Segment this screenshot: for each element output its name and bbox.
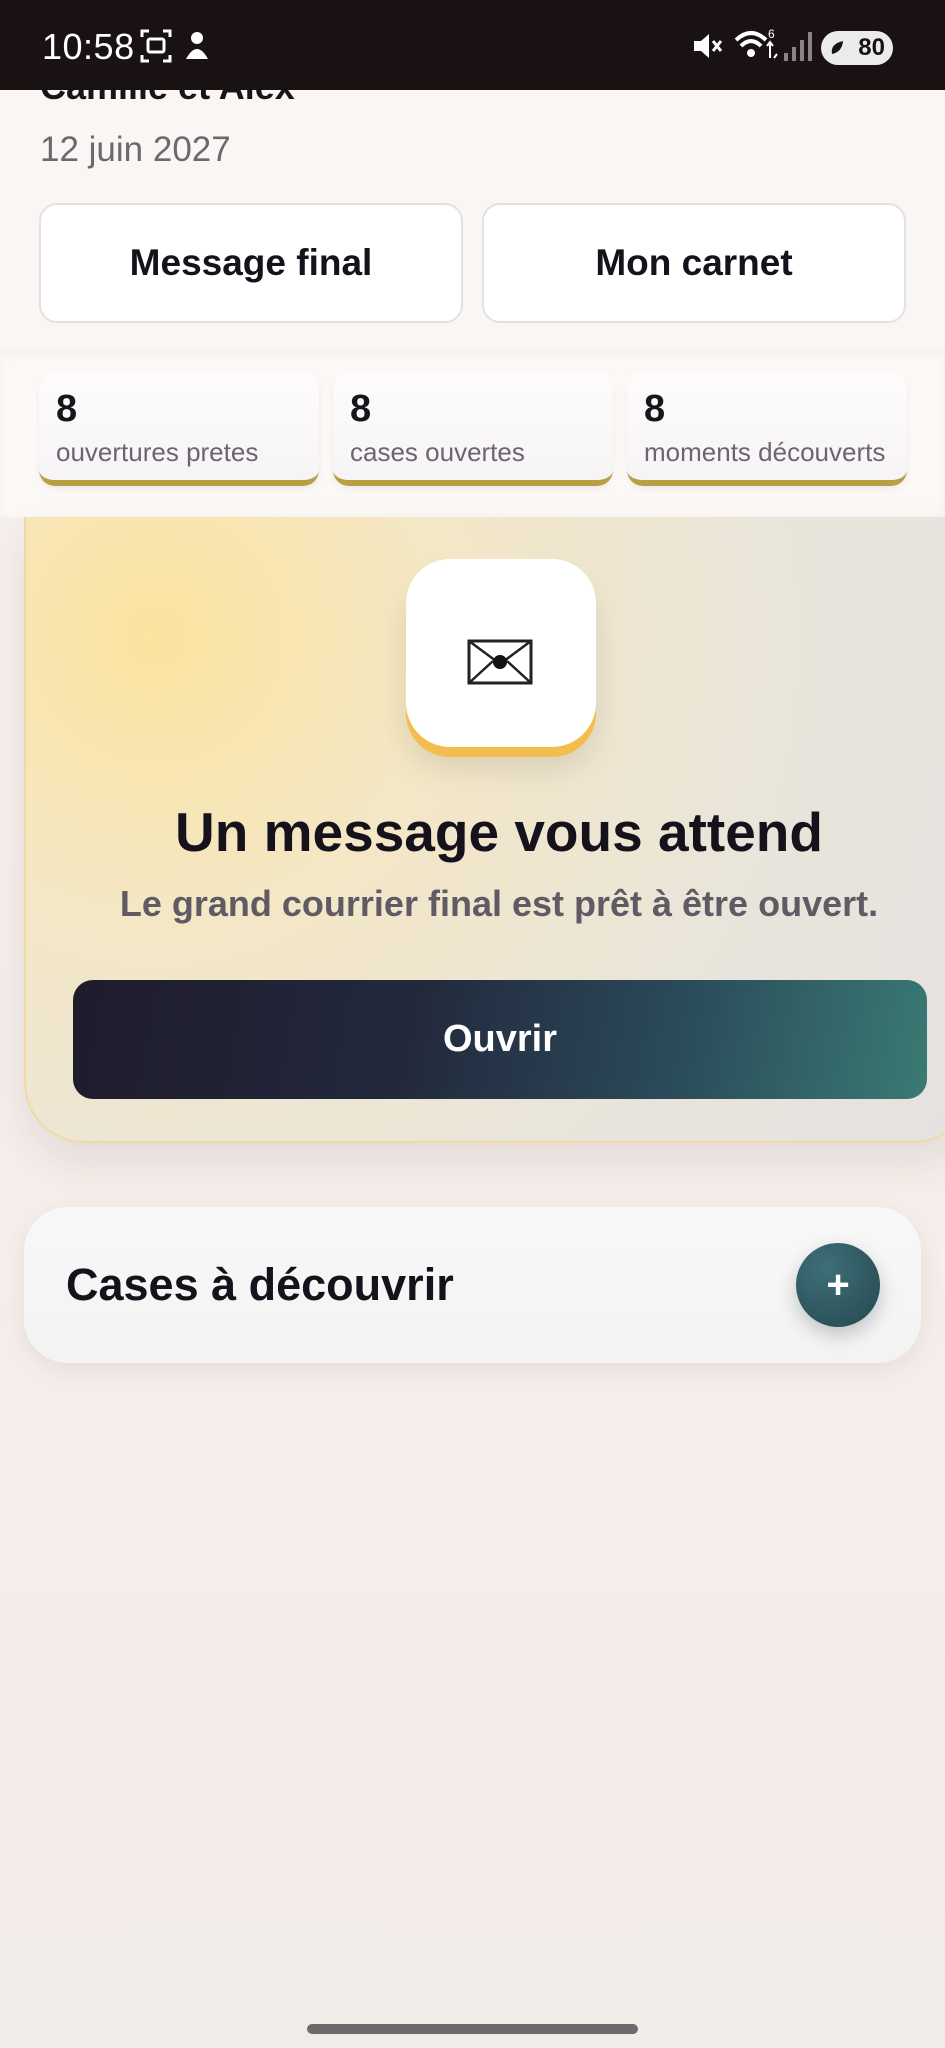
stat-label: cases ouvertes — [350, 437, 525, 467]
svg-text:6: 6 — [768, 28, 775, 41]
wedding-date: 12 juin 2027 — [40, 130, 231, 169]
assistant-icon — [186, 32, 208, 59]
stat-value: 8 — [644, 388, 666, 430]
couple-name: Camille et Alex — [40, 90, 295, 108]
notebook-button[interactable]: Mon carnet — [482, 203, 906, 323]
signal-icon — [784, 32, 812, 61]
header: Camille et Alex 12 juin 2027 Message fin… — [0, 90, 945, 350]
stat-card-opened: 8 cases ouvertes — [333, 372, 613, 486]
battery-saver-icon — [831, 41, 843, 54]
message-title: Un message vous attend — [175, 801, 823, 863]
app-screen: 10:58 6 80 12 juin 2027 Message final Mo… — [0, 0, 945, 2048]
stats-row: 8 ouvertures pretes 8 cases ouvertes 8 m… — [0, 350, 945, 517]
envelope-badge — [406, 559, 596, 747]
screenshot-icon — [140, 29, 172, 63]
status-bar: 10:58 6 80 — [0, 0, 945, 90]
stat-value: 8 — [56, 388, 78, 430]
message-subtitle: Le grand courrier final est prêt à être … — [119, 883, 879, 924]
cases-title: Cases à découvrir — [66, 1259, 454, 1310]
status-time: 10:58 — [42, 26, 135, 67]
stat-card-ready: 8 ouvertures pretes — [39, 372, 319, 486]
battery-indicator: 80 — [821, 31, 893, 65]
stat-card-moments: 8 moments découverts — [627, 372, 907, 486]
cases-section[interactable]: Cases à découvrir + — [24, 1207, 921, 1363]
mute-icon — [694, 34, 723, 58]
wifi-icon: 6 — [734, 28, 778, 59]
stat-label: ouvertures pretes — [56, 437, 259, 467]
home-indicator[interactable] — [307, 2024, 638, 2034]
final-message-card: Un message vous attend Le grand courrier… — [24, 517, 945, 1143]
open-button[interactable]: Ouvrir — [73, 980, 927, 1099]
add-case-button[interactable]: + — [796, 1243, 880, 1327]
plus-icon: + — [826, 1262, 850, 1307]
envelope-icon — [467, 639, 533, 685]
stat-value: 8 — [350, 388, 372, 430]
final-message-button[interactable]: Message final — [39, 203, 463, 323]
battery-level: 80 — [858, 34, 885, 61]
stat-label: moments découverts — [644, 437, 886, 467]
